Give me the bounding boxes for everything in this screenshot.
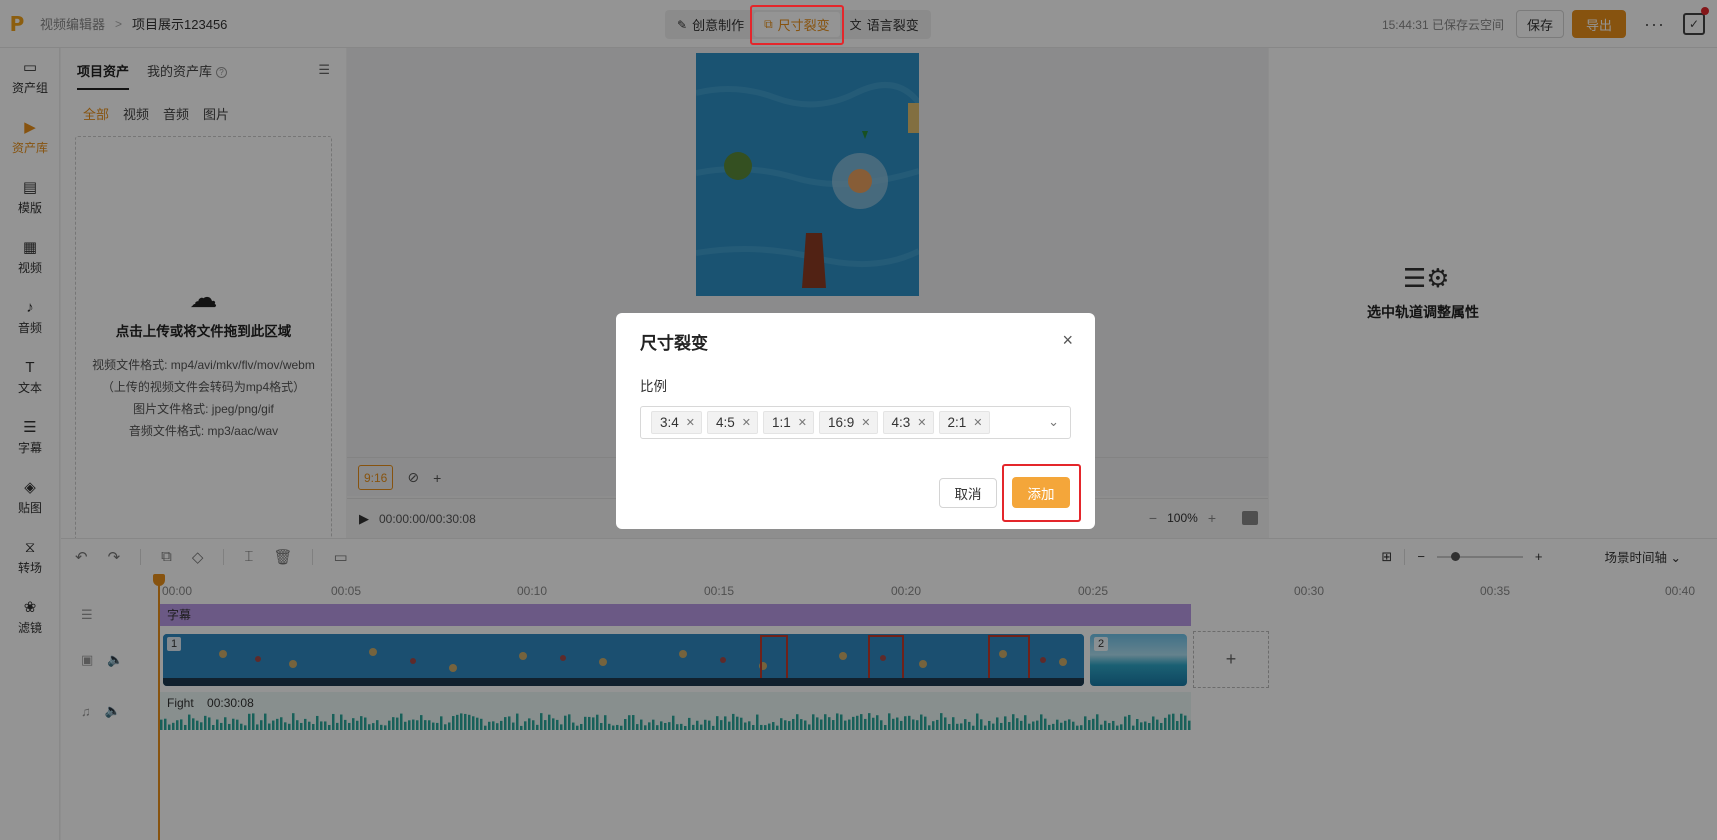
remove-tag-icon[interactable]: ✕ bbox=[917, 416, 926, 429]
close-icon[interactable]: × bbox=[1062, 330, 1073, 351]
ratio-tag-label: 4:3 bbox=[891, 415, 911, 430]
ratio-tag-label: 3:4 bbox=[660, 415, 679, 430]
highlight-box bbox=[750, 5, 844, 45]
dialog-title: 尺寸裂变 bbox=[640, 334, 708, 353]
remove-tag-icon[interactable]: ✕ bbox=[742, 416, 751, 429]
ratio-tag-label: 1:1 bbox=[772, 415, 791, 430]
ratio-tag: 4:3 ✕ bbox=[882, 411, 934, 434]
ratio-tag-label: 16:9 bbox=[828, 415, 855, 430]
ratio-tag: 3:4 ✕ bbox=[651, 411, 702, 434]
remove-tag-icon[interactable]: ✕ bbox=[798, 416, 807, 429]
ratio-field-label: 比例 bbox=[640, 379, 667, 394]
remove-tag-icon[interactable]: ✕ bbox=[686, 416, 695, 429]
ratio-tag: 2:1 ✕ bbox=[938, 411, 990, 434]
cancel-button[interactable]: 取消 bbox=[939, 478, 997, 508]
ratio-tag-label: 2:1 bbox=[947, 415, 967, 430]
chevron-down-icon[interactable]: ⌄ bbox=[1048, 414, 1059, 430]
ratio-tag: 4:5 ✕ bbox=[707, 411, 758, 434]
resize-dialog: 尺寸裂变 × 比例 3:4 ✕ 4:5 ✕ 1:1 ✕ 16:9 ✕ 4:3 ✕ 2:1 ✕… bbox=[616, 313, 1095, 529]
highlight-box bbox=[1002, 464, 1081, 522]
remove-tag-icon[interactable]: ✕ bbox=[973, 416, 982, 429]
ratio-multiselect[interactable]: 3:4 ✕ 4:5 ✕ 1:1 ✕ 16:9 ✕ 4:3 ✕ 2:1 ✕ ⌄ bbox=[640, 406, 1071, 439]
remove-tag-icon[interactable]: ✕ bbox=[861, 416, 870, 429]
ratio-tag-label: 4:5 bbox=[716, 415, 735, 430]
ratio-tag: 1:1 ✕ bbox=[763, 411, 814, 434]
ratio-tag: 16:9 ✕ bbox=[819, 411, 878, 434]
